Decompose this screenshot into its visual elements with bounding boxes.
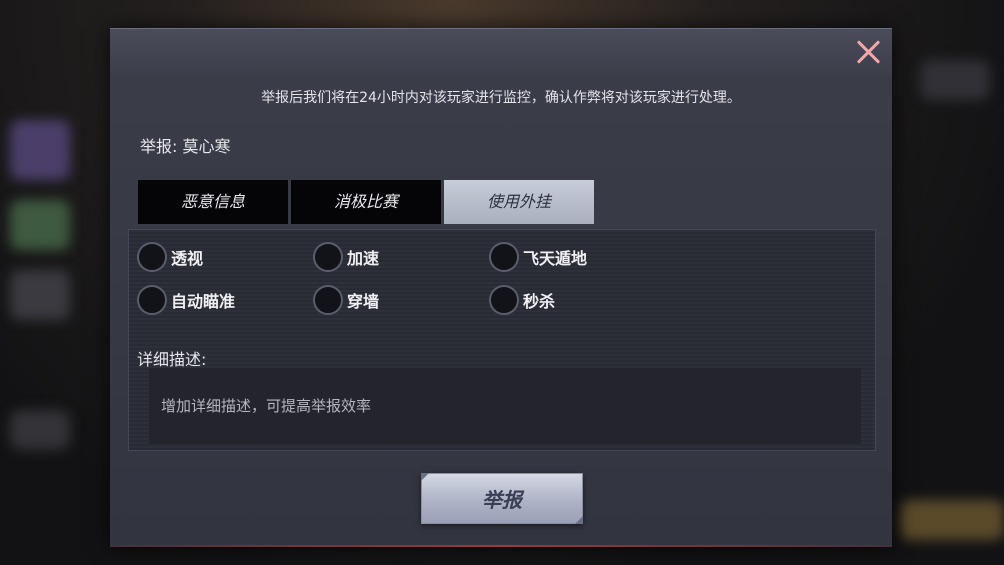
background-decoration xyxy=(10,200,70,250)
radio-button[interactable] xyxy=(313,242,343,272)
description-label: 详细描述: xyxy=(137,350,207,369)
option-instakill[interactable]: 秒杀 xyxy=(489,283,555,317)
background-decoration xyxy=(10,270,70,320)
option-aimbot[interactable]: 自动瞄准 xyxy=(137,283,235,317)
button-corner-decoration xyxy=(575,516,583,524)
report-options-panel: 透视 加速 飞天遁地 自动瞄准 穿墙 秒杀 详细描述: xyxy=(128,229,876,451)
option-label: 飞天遁地 xyxy=(523,249,588,268)
background-decoration xyxy=(900,500,1004,540)
option-label: 透视 xyxy=(171,249,204,268)
tab-passive-play[interactable]: 消极比赛 xyxy=(291,180,441,224)
option-label: 加速 xyxy=(347,249,380,268)
radio-button[interactable] xyxy=(489,242,519,272)
option-wallhack[interactable]: 透视 xyxy=(137,240,203,274)
radio-button[interactable] xyxy=(137,242,167,272)
button-corner-decoration xyxy=(421,473,429,481)
report-notice: 举报后我们将在24小时内对该玩家进行监控，确认作弊将对该玩家进行处理。 xyxy=(261,90,741,106)
report-dialog: 举报后我们将在24小时内对该玩家进行监控，确认作弊将对该玩家进行处理。 举报: … xyxy=(110,28,892,547)
background-decoration xyxy=(10,410,70,450)
option-noclip[interactable]: 穿墙 xyxy=(313,283,379,317)
tab-malicious-info[interactable]: 恶意信息 xyxy=(138,180,288,224)
option-label: 秒杀 xyxy=(523,292,556,311)
radio-button[interactable] xyxy=(137,285,167,315)
report-target-label: 举报: 莫心寒 xyxy=(140,137,231,156)
report-category-tabs: 恶意信息 消极比赛 使用外挂 xyxy=(138,180,597,224)
submit-report-button[interactable]: 举报 xyxy=(421,473,583,524)
dialog-bottom-divider xyxy=(110,545,892,547)
dialog-header xyxy=(110,29,892,77)
option-label: 自动瞄准 xyxy=(171,292,236,311)
option-label: 穿墙 xyxy=(347,292,380,311)
description-input[interactable] xyxy=(149,368,861,444)
radio-button[interactable] xyxy=(489,285,519,315)
tab-using-cheats[interactable]: 使用外挂 xyxy=(444,180,594,224)
radio-button[interactable] xyxy=(313,285,343,315)
option-speedhack[interactable]: 加速 xyxy=(313,240,379,274)
close-icon[interactable] xyxy=(854,37,884,67)
background-decoration xyxy=(10,120,70,180)
background-decoration xyxy=(920,60,990,100)
option-flying[interactable]: 飞天遁地 xyxy=(489,240,587,274)
